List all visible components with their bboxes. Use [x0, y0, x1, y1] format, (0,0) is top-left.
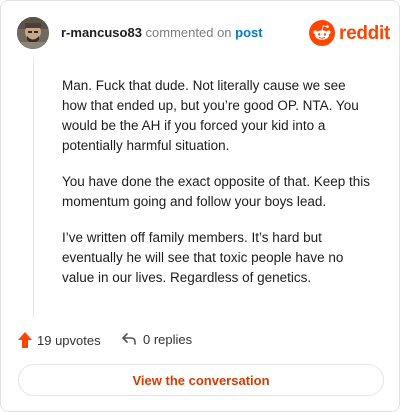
comment-body: Man. Fuck that dude. Not literally cause… — [62, 76, 374, 304]
avatar-image — [17, 17, 49, 49]
embedded-comment-card: r-mancuso83 commented on post reddit Man… — [0, 0, 400, 412]
upvote-arrow-icon — [18, 332, 32, 348]
view-conversation-button[interactable]: View the conversation — [18, 364, 384, 396]
reply-count: 0 replies — [143, 331, 193, 347]
thread-line — [33, 57, 34, 317]
comment-header: r-mancuso83 commented on post reddit — [17, 17, 390, 51]
username[interactable]: r-mancuso83 — [61, 25, 142, 40]
comment-paragraph: You have done the exact opposite of that… — [62, 174, 370, 209]
comment-meta: r-mancuso83 commented on post — [61, 25, 263, 41]
action-text: commented on — [145, 25, 232, 40]
reddit-snoo-icon — [309, 20, 335, 46]
comment-paragraph: I’ve written off family members. It’s ha… — [62, 230, 344, 285]
comment-paragraph: Man. Fuck that dude. Not literally cause… — [62, 78, 359, 153]
upvote-count: 19 upvotes — [37, 332, 101, 348]
brand-wordmark: reddit — [339, 23, 390, 44]
reddit-logo[interactable]: reddit — [309, 20, 390, 48]
upvote-button[interactable]: 19 upvotes — [17, 331, 101, 349]
post-link[interactable]: post — [235, 25, 262, 40]
replies-button[interactable]: 0 replies — [121, 331, 192, 347]
comment-footer: 19 upvotes 0 replies — [17, 329, 383, 351]
avatar[interactable] — [17, 17, 49, 49]
reply-arrow-icon — [122, 333, 136, 345]
